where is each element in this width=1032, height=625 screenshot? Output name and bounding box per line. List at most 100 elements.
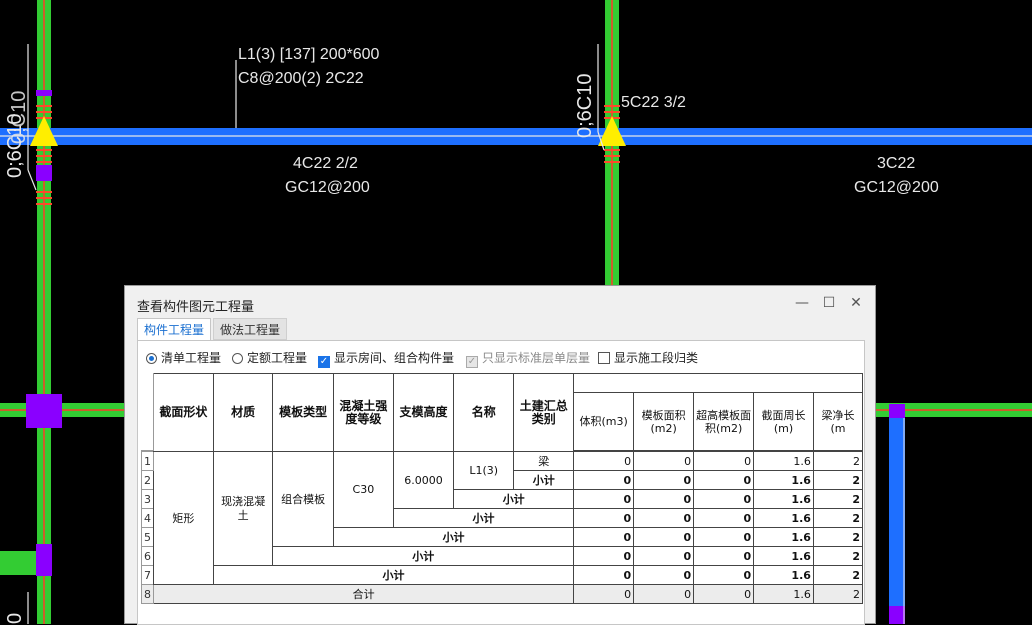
checkbox-icon	[598, 352, 610, 364]
cell-formwork-area[interactable]: 0	[633, 584, 695, 604]
header-section-shape[interactable]: 截面形状	[153, 373, 214, 452]
cell-total[interactable]: 合计	[152, 584, 575, 604]
tab-component-quantity[interactable]: 构件工程量	[137, 318, 211, 340]
cell-subtotal[interactable]: 小计	[513, 470, 575, 490]
cell-perimeter[interactable]: 1.6	[753, 508, 814, 528]
header-concrete-grade[interactable]: 混凝土强度等级	[332, 373, 394, 452]
quantity-panel: 清单工程量 定额工程量 ✓ 显示房间、组合构件量 ✓ 只显示标准层单层量 显示施工段…	[137, 340, 865, 625]
header-name[interactable]: 名称	[453, 373, 515, 452]
minimize-button[interactable]: —	[793, 294, 811, 312]
cell-net-length[interactable]: 2	[812, 451, 863, 471]
radio-quota-quantity[interactable]: 定额工程量	[232, 349, 307, 367]
quantity-grid[interactable]: 截面形状 材质 模板类型 混凝土强度等级 支模高度 名称 土建汇总类别 体积(m…	[141, 373, 863, 625]
radio-quota-label: 定额工程量	[247, 351, 308, 365]
header-formwork-type[interactable]: 模板类型	[272, 373, 334, 452]
row-number: 8	[141, 584, 154, 604]
cell-perimeter[interactable]: 1.6	[753, 565, 814, 585]
cell-perimeter[interactable]: 1.6	[753, 451, 814, 471]
header-beam-net-length[interactable]: 梁净长(m	[812, 392, 863, 451]
cell-net-length[interactable]: 2	[812, 584, 863, 604]
row-number: 7	[141, 565, 154, 585]
table-row-total[interactable]: 8 合计 0 0 0 1.6 2	[141, 584, 863, 604]
cell-net-length[interactable]: 2	[812, 508, 863, 528]
header-section-perimeter[interactable]: 截面周长(m)	[753, 392, 814, 451]
tab-method-quantity[interactable]: 做法工程量	[213, 318, 287, 340]
cell-high-formwork[interactable]: 0	[693, 470, 755, 490]
cell-net-length[interactable]: 2	[812, 565, 863, 585]
header-material[interactable]: 材质	[212, 373, 274, 452]
top-rebar-label: 5C22 3/2	[621, 94, 686, 111]
table-row[interactable]: 7 小计 0 0 0 1.6 2	[141, 565, 863, 585]
cell-volume[interactable]: 0	[573, 565, 635, 585]
cell-formwork-area[interactable]: 0	[633, 546, 695, 566]
cell-concrete[interactable]: C30	[332, 451, 394, 528]
cell-volume[interactable]: 0	[573, 527, 635, 547]
cell-high-formwork[interactable]: 0	[693, 489, 755, 509]
cell-category[interactable]: 梁	[513, 451, 575, 471]
cell-high-formwork[interactable]: 0	[693, 508, 755, 528]
cell-volume[interactable]: 0	[573, 470, 635, 490]
column-tag-mid: 0;6C10	[574, 73, 596, 139]
cell-formwork-area[interactable]: 0	[633, 527, 695, 547]
cell-perimeter[interactable]: 1.6	[753, 527, 814, 547]
cell-formwork-area[interactable]: 0	[633, 489, 695, 509]
cell-perimeter[interactable]: 1.6	[753, 584, 814, 604]
cell-net-length[interactable]: 2	[812, 470, 863, 490]
row-number: 1	[141, 451, 154, 471]
cell-high-formwork[interactable]: 0	[693, 451, 755, 471]
cell-shape[interactable]: 矩形	[153, 451, 214, 585]
cell-net-length[interactable]: 2	[812, 527, 863, 547]
table-row[interactable]: 1 矩形 现浇混凝土 组合模板 C30 6.0000 L1(3) 梁 0 0 0…	[141, 451, 863, 585]
cell-subtotal[interactable]: 小计	[272, 546, 575, 566]
node-lower-left[interactable]	[26, 394, 62, 428]
cell-formwork-area[interactable]: 0	[633, 451, 695, 471]
radio-icon	[232, 353, 243, 364]
radio-bill-quantity[interactable]: 清单工程量	[146, 349, 221, 367]
cell-volume[interactable]: 0	[573, 546, 635, 566]
checkbox-standard-floor[interactable]: ✓ 只显示标准层单层量	[466, 349, 590, 368]
header-support-height[interactable]: 支模高度	[392, 373, 455, 452]
beam-label-name: L1(3) [137] 200*600	[238, 46, 380, 63]
cell-volume[interactable]: 0	[573, 489, 635, 509]
cell-high-formwork[interactable]: 0	[693, 565, 755, 585]
maximize-button[interactable]: ☐	[820, 294, 838, 312]
cell-high-formwork[interactable]: 0	[693, 584, 755, 604]
row-number: 2	[141, 470, 154, 490]
cell-subtotal[interactable]: 小计	[453, 489, 575, 509]
close-button[interactable]: ✕	[847, 294, 865, 312]
cell-net-length[interactable]: 2	[812, 489, 863, 509]
bottom-rebar-label-right: 3C22	[877, 155, 916, 172]
checkbox-disabled-icon: ✓	[466, 356, 478, 368]
cell-high-formwork[interactable]: 0	[693, 527, 755, 547]
dialog-title: 查看构件图元工程量	[137, 300, 255, 315]
cell-name[interactable]: L1(3)	[453, 451, 515, 490]
column-tag-bottom: 0	[4, 612, 26, 624]
cell-net-length[interactable]: 2	[812, 546, 863, 566]
header-formwork-area[interactable]: 模板面积(m2)	[633, 392, 695, 451]
header-volume[interactable]: 体积(m3)	[573, 392, 635, 451]
cell-formwork-area[interactable]: 0	[633, 470, 695, 490]
cell-perimeter[interactable]: 1.6	[753, 470, 814, 490]
radio-selected-icon	[146, 353, 157, 364]
cell-formwork-area[interactable]: 0	[633, 565, 695, 585]
cell-volume[interactable]: 0	[573, 584, 635, 604]
checkbox-rooms-label: 显示房间、组合构件量	[334, 351, 455, 365]
cell-volume[interactable]: 0	[573, 451, 635, 471]
cell-formwork-area[interactable]: 0	[633, 508, 695, 528]
cell-volume[interactable]: 0	[573, 508, 635, 528]
column-tag-left-overlap: 0;C10	[8, 90, 30, 144]
cell-perimeter[interactable]: 1.6	[753, 489, 814, 509]
header-category[interactable]: 土建汇总类别	[513, 373, 575, 452]
cell-height[interactable]: 6.0000	[392, 451, 455, 509]
cell-subtotal[interactable]: 小计	[332, 527, 575, 547]
checkbox-show-rooms[interactable]: ✓ 显示房间、组合构件量	[318, 349, 455, 368]
cell-perimeter[interactable]: 1.6	[753, 546, 814, 566]
row-number: 3	[141, 489, 154, 509]
cell-subtotal[interactable]: 小计	[392, 508, 575, 528]
header-high-formwork-area[interactable]: 超高模板面积(m2)	[693, 392, 755, 451]
cell-subtotal[interactable]: 小计	[212, 565, 575, 585]
checkbox-show-segments[interactable]: 显示施工段归类	[598, 349, 698, 367]
cell-high-formwork[interactable]: 0	[693, 546, 755, 566]
cell-formwork[interactable]: 组合模板	[272, 451, 334, 547]
cell-material[interactable]: 现浇混凝土	[212, 451, 274, 566]
